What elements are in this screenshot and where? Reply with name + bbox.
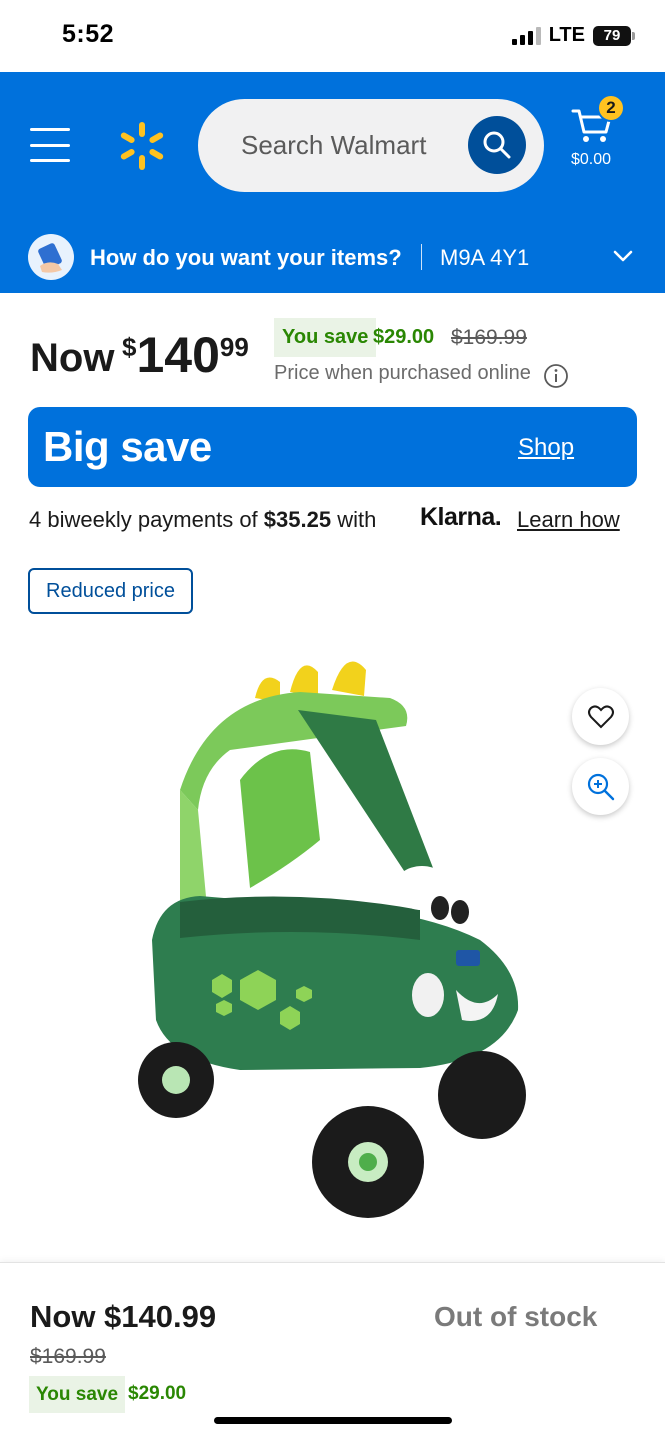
search-input[interactable]: Search Walmart bbox=[198, 99, 544, 192]
big-save-banner[interactable]: Big save Shop bbox=[28, 407, 637, 487]
ride-on-car-image[interactable] bbox=[120, 640, 540, 1240]
save-amount: $29.00 bbox=[373, 326, 435, 348]
klarna-prefix: 4 biweekly payments of bbox=[29, 507, 258, 532]
network-label: LTE bbox=[548, 24, 585, 46]
price-now-label: Now bbox=[30, 336, 115, 380]
zoom-in-icon bbox=[587, 773, 614, 800]
search-placeholder: Search Walmart bbox=[241, 130, 427, 160]
sticky-price-bar: Now $140.99 $169.99 You save $29.00 Out … bbox=[0, 1262, 665, 1440]
battery-icon: 79 bbox=[593, 25, 635, 46]
bottom-now-price: Now $140.99 bbox=[30, 1299, 217, 1334]
hamburger-icon[interactable] bbox=[30, 128, 70, 162]
signal-icon bbox=[511, 26, 541, 45]
bottom-save-amount: $29.00 bbox=[128, 1383, 187, 1404]
availability-status: Out of stock bbox=[434, 1301, 598, 1332]
status-time: 5:52 bbox=[62, 20, 115, 48]
info-icon[interactable] bbox=[543, 363, 569, 389]
current-price: $ 140 99 bbox=[122, 328, 249, 382]
cart-total: $0.00 bbox=[571, 151, 612, 168]
home-indicator[interactable] bbox=[214, 1417, 452, 1424]
divider bbox=[421, 244, 422, 270]
postal-code: M9A 4Y1 bbox=[440, 245, 530, 270]
klarna-amount: $35.25 bbox=[263, 507, 332, 532]
learn-how-link[interactable]: Learn how bbox=[517, 507, 620, 533]
was-price: $169.99 bbox=[451, 326, 527, 349]
price-dollar-sign: $ bbox=[122, 332, 137, 362]
delivery-selector[interactable]: How do you want your items? M9A 4Y1 bbox=[0, 220, 665, 293]
chevron-down-icon bbox=[613, 250, 633, 262]
search-icon bbox=[483, 131, 511, 159]
klarna-text: 4 biweekly payments of $35.25 with bbox=[29, 507, 376, 533]
delivery-icon bbox=[28, 234, 74, 280]
status-bar: 5:52 LTE 79 bbox=[0, 0, 665, 72]
reduced-price-badge: Reduced price bbox=[28, 568, 193, 614]
favorite-button[interactable] bbox=[572, 688, 629, 745]
klarna-logo: Klarna. bbox=[420, 503, 502, 531]
big-save-title: Big save bbox=[43, 423, 212, 470]
walmart-spark-icon[interactable] bbox=[116, 120, 168, 172]
app-header: Search Walmart 2 $0.00 bbox=[0, 72, 665, 220]
bottom-was-price: $169.99 bbox=[30, 1345, 106, 1368]
klarna-financing: 4 biweekly payments of $35.25 with Klarn… bbox=[29, 503, 639, 536]
zoom-button[interactable] bbox=[572, 758, 629, 815]
price-whole: 140 bbox=[136, 327, 220, 383]
bottom-you-save-badge: You save bbox=[29, 1376, 126, 1413]
price-online-note: Price when purchased online bbox=[274, 362, 531, 384]
cart-button[interactable]: 2 $0.00 bbox=[566, 94, 626, 184]
klarna-with: with bbox=[337, 507, 377, 532]
cart-count-badge: 2 bbox=[597, 94, 625, 122]
you-save-badge: You save bbox=[274, 318, 377, 357]
delivery-question: How do you want your items? bbox=[90, 245, 402, 270]
search-button[interactable] bbox=[468, 116, 526, 174]
status-indicators: LTE 79 bbox=[511, 24, 635, 47]
heart-icon bbox=[587, 704, 614, 728]
price-cents: 99 bbox=[219, 332, 249, 362]
shop-link[interactable]: Shop bbox=[518, 434, 574, 462]
